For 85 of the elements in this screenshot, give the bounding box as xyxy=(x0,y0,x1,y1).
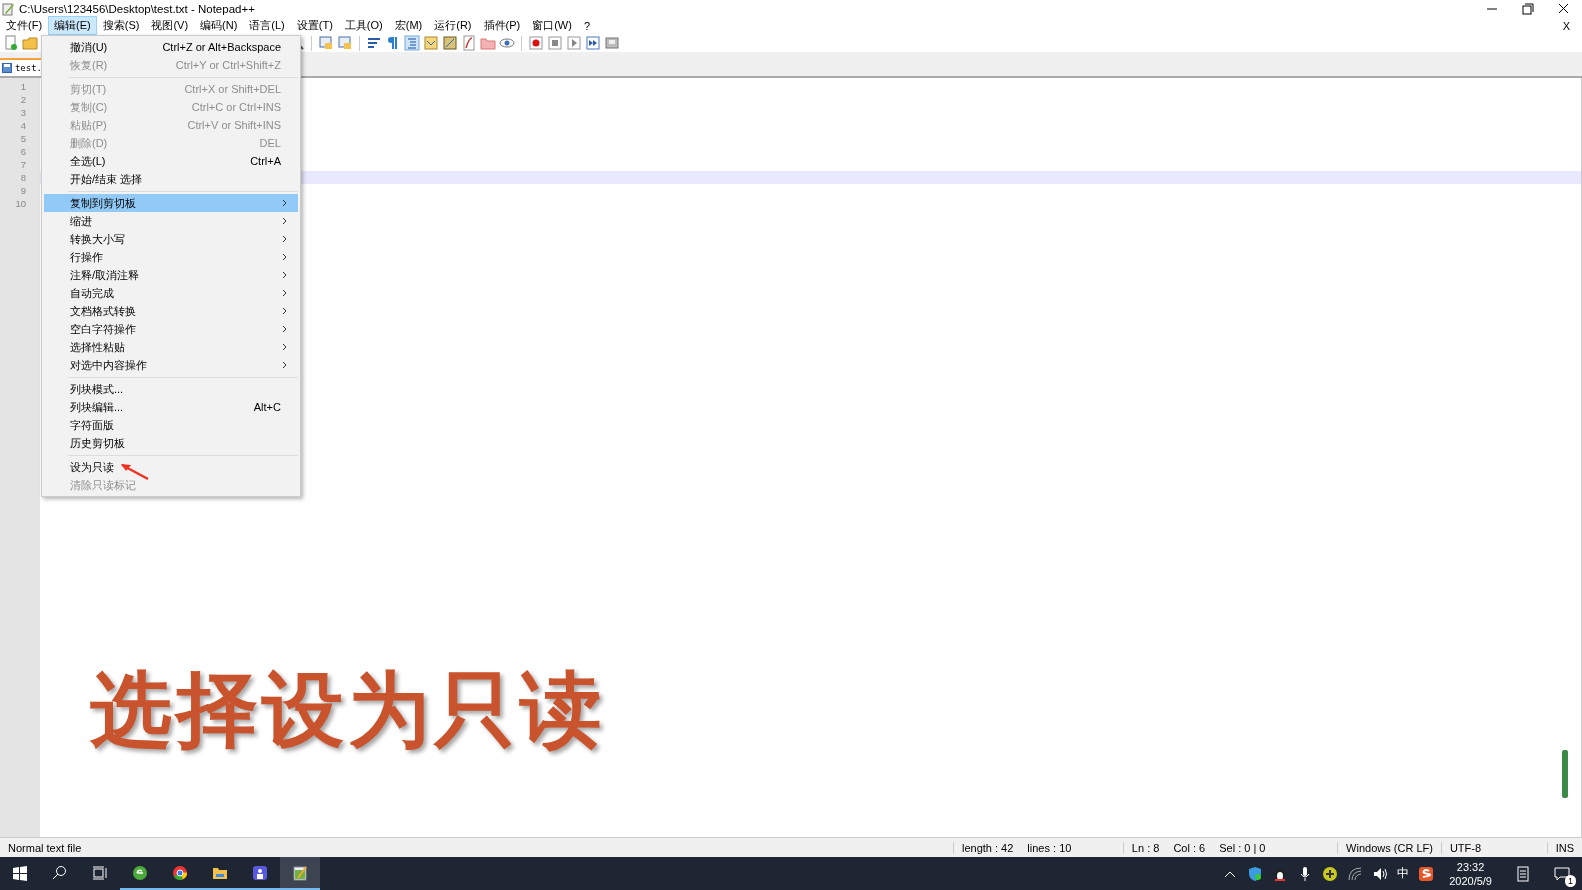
line-number: 9 xyxy=(19,184,27,197)
menu-item[interactable]: 搜索(S) xyxy=(96,16,146,35)
stop-icon[interactable] xyxy=(547,35,563,51)
shield-icon[interactable] xyxy=(1247,865,1264,882)
menu-item[interactable]: 编辑(E) xyxy=(48,16,97,35)
menu-entry[interactable]: 列块编辑... Alt+C xyxy=(44,398,298,416)
line-number: 10 xyxy=(14,197,27,210)
menu-entry[interactable]: 全选(L) Ctrl+A xyxy=(44,152,298,170)
menu-entry[interactable]: 空白字符操作 xyxy=(44,320,298,338)
menu-entry[interactable]: 选择性粘贴 xyxy=(44,338,298,356)
menu-item[interactable]: 宏(M) xyxy=(388,16,429,35)
line-number: 6 xyxy=(19,145,27,158)
notification-icon[interactable] xyxy=(1554,865,1570,882)
notepad-icon[interactable] xyxy=(423,35,439,51)
line-number: 8 xyxy=(19,171,27,184)
menu-item[interactable]: 运行(R) xyxy=(428,16,478,35)
wrap-lines-icon[interactable] xyxy=(366,35,382,51)
column-text: Col : 6 xyxy=(1173,841,1206,854)
line-number: 2 xyxy=(19,93,27,106)
notepad-app-icon xyxy=(2,1,15,16)
save-macro-icon[interactable] xyxy=(604,35,620,51)
sogou-icon[interactable] xyxy=(1418,865,1435,882)
line-number: 1 xyxy=(19,80,27,93)
new-file-icon[interactable] xyxy=(3,35,19,51)
notification-badge: 1 xyxy=(1565,874,1576,887)
save-icon xyxy=(2,63,12,73)
lines-text: lines : 10 xyxy=(1027,841,1072,854)
menu-item[interactable]: ? xyxy=(577,17,597,34)
menu-entry[interactable]: 撤消(U) Ctrl+Z or Alt+Backspace xyxy=(44,38,298,56)
input-method-indicator[interactable]: 中 xyxy=(1397,865,1410,882)
clock-date[interactable]: 2020/5/9 xyxy=(1449,873,1492,888)
line-number: 3 xyxy=(19,106,27,119)
menu-item[interactable]: 视图(V) xyxy=(145,16,195,35)
wifi-icon[interactable] xyxy=(1347,865,1364,882)
line-number: 5 xyxy=(19,132,27,145)
menu-entry[interactable]: 行操作 xyxy=(44,248,298,266)
function-icon[interactable] xyxy=(461,35,477,51)
plus-circle-icon[interactable] xyxy=(1322,865,1339,882)
window-title: C:\Users\123456\Desktop\test.txt - Notepad++ xyxy=(19,2,256,15)
menu-entry[interactable]: 注释/取消注释 xyxy=(44,266,298,284)
file-type: Normal text file xyxy=(8,841,82,854)
clock-time[interactable]: 23:32 xyxy=(1456,859,1485,874)
scrollbar-thumb[interactable] xyxy=(1562,750,1568,798)
line-number: 7 xyxy=(19,158,27,171)
fast-forward-icon[interactable] xyxy=(585,35,601,51)
play-icon[interactable] xyxy=(566,35,582,51)
menu-item[interactable]: 插件(P) xyxy=(477,16,527,35)
menu-item[interactable]: 编码(N) xyxy=(194,16,244,35)
eol-text: Windows (CR LF) xyxy=(1346,841,1433,854)
selection-text: Sel : 0 | 0 xyxy=(1219,841,1266,854)
browser-icon[interactable] xyxy=(132,864,148,881)
task-view-icon[interactable] xyxy=(92,864,108,881)
menu-item[interactable]: 窗口(W) xyxy=(526,16,578,35)
record-icon[interactable] xyxy=(528,35,544,51)
menu-item[interactable]: 工具(O) xyxy=(338,16,389,35)
menu-entry[interactable]: 文档格式转换 xyxy=(44,302,298,320)
line-number: 4 xyxy=(19,119,27,132)
app-icon[interactable] xyxy=(252,864,268,881)
insert-mode-text: INS xyxy=(1555,841,1574,854)
file-tab[interactable]: test. xyxy=(0,58,42,76)
close-document-button[interactable]: X xyxy=(1562,19,1570,32)
search-icon[interactable] xyxy=(52,864,68,881)
caption: 选择设为只读 xyxy=(90,661,606,759)
length-text: length : 42 xyxy=(961,841,1014,854)
notes-icon[interactable] xyxy=(1515,865,1531,882)
menu-entry[interactable]: 自动完成 xyxy=(44,284,298,302)
chrome-icon[interactable] xyxy=(172,864,188,881)
menu-item[interactable]: 设置(T) xyxy=(290,16,339,35)
eye-icon[interactable] xyxy=(499,35,515,51)
menu-entry[interactable]: 转换大小写 xyxy=(44,230,298,248)
notepad-plus-plus-icon[interactable] xyxy=(292,864,308,881)
menu-item[interactable]: 文件(F) xyxy=(0,16,49,35)
menu-entry[interactable]: 历史剪切板 xyxy=(44,434,298,452)
windows-start-icon[interactable] xyxy=(12,864,28,881)
menu-entry[interactable]: 字符面版 xyxy=(44,416,298,434)
encoding-text: UTF-8 xyxy=(1449,841,1482,854)
menu-entry[interactable]: 设为只读 xyxy=(44,458,298,476)
menu-entry[interactable]: 对选中内容操作 xyxy=(44,356,298,374)
menu-item[interactable]: 语言(L) xyxy=(243,16,291,35)
menu-entry[interactable]: 开始/结束 选择 xyxy=(44,170,298,188)
menu-entry[interactable]: 列块模式... xyxy=(44,380,298,398)
menu-entry[interactable]: 缩进 xyxy=(44,212,298,230)
menu-entry[interactable]: 复制到剪切板 xyxy=(44,194,298,212)
line-text: Ln : 8 xyxy=(1131,841,1160,854)
map-icon[interactable] xyxy=(442,35,458,51)
